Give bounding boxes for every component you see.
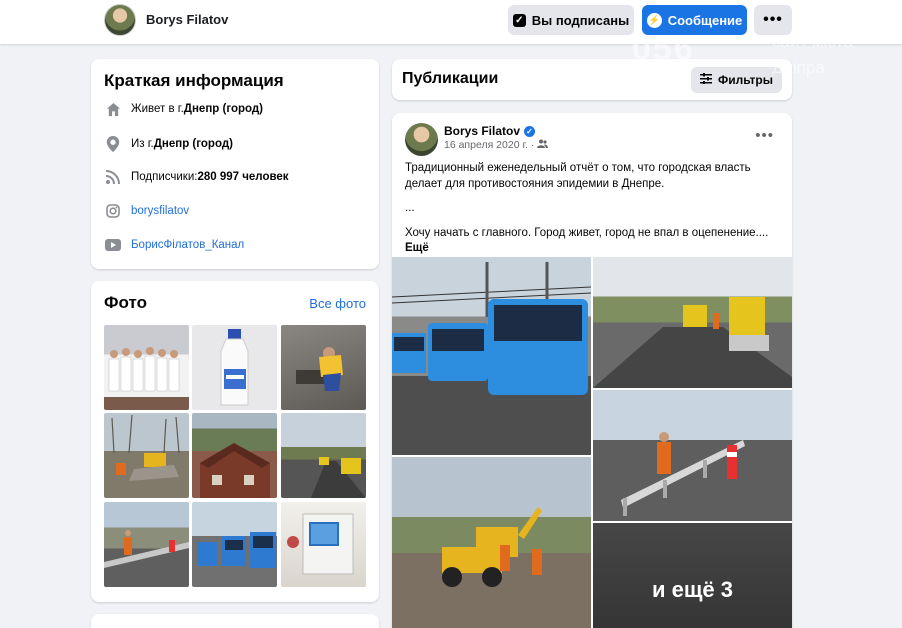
- filters-button[interactable]: Фильтры: [691, 67, 782, 93]
- post-paragraph-3-text: Хочу начать с главного. Город живет, гор…: [405, 226, 769, 239]
- followers-count: 280 997 человек: [197, 171, 289, 183]
- publications-title: Публикации: [402, 70, 499, 87]
- photo-thumb[interactable]: [104, 325, 189, 410]
- checkmark-icon: ✓: [512, 13, 526, 27]
- post-photo-roadwork[interactable]: [593, 257, 792, 388]
- from-city[interactable]: Днепр (город): [154, 138, 233, 150]
- photo-thumb[interactable]: [192, 413, 277, 498]
- location-pin-icon: [104, 135, 122, 153]
- home-icon: [104, 100, 122, 118]
- youtube-link[interactable]: БорисФілатов_Канал: [131, 239, 244, 251]
- lives-prefix: Живет в г.: [131, 103, 184, 115]
- more-photos-overlay[interactable]: и ещё 3: [593, 523, 792, 628]
- post-author-avatar[interactable]: [405, 123, 438, 156]
- post-author: Borys Filatov ✓: [444, 124, 536, 138]
- photo-thumb[interactable]: [192, 502, 277, 587]
- post-author-name[interactable]: Borys Filatov: [444, 124, 520, 138]
- lives-city[interactable]: Днепр (город): [184, 103, 263, 115]
- subscribed-label: Вы подписаны: [531, 12, 630, 28]
- post-paragraph-2: ...: [405, 202, 415, 214]
- photos-card: Фото Все фото: [91, 281, 379, 602]
- followers-prefix: Подписчики:: [131, 171, 198, 183]
- post-text: Традиционный еженедельный отчёт о том, ч…: [405, 161, 785, 266]
- photo-thumb[interactable]: [281, 325, 366, 410]
- post-more-button[interactable]: •••: [755, 127, 774, 144]
- post-card: Borys Filatov ✓ 16 апреля 2020 г. · ••• …: [392, 113, 792, 628]
- post-paragraph-1: Традиционный еженедельный отчёт о том, ч…: [405, 162, 751, 190]
- photo-thumb[interactable]: [281, 502, 366, 587]
- intro-title: Краткая информация: [104, 71, 284, 90]
- intro-followers-row: Подписчики: 280 997 человек: [104, 167, 289, 187]
- profile-header-bar: Borys Filatov ✓ Вы подписаны ⚡ Сообщение…: [0, 0, 902, 44]
- post-photo-buses[interactable]: [392, 257, 591, 455]
- photos-title: Фото: [104, 293, 147, 312]
- photo-thumb[interactable]: [192, 325, 277, 410]
- message-label: Сообщение: [667, 12, 743, 28]
- from-prefix: Из г.: [131, 138, 154, 150]
- verified-badge-icon: ✓: [524, 125, 536, 137]
- subscribed-button[interactable]: ✓ Вы подписаны: [508, 5, 634, 35]
- post-photo-more[interactable]: и ещё 3: [593, 523, 792, 628]
- photo-thumb[interactable]: [281, 413, 366, 498]
- friends-card: [91, 614, 379, 628]
- more-options-button[interactable]: •••: [754, 5, 792, 35]
- intro-card: Краткая информация Живет в г. Днепр (гор…: [91, 59, 379, 269]
- instagram-icon: [104, 202, 122, 220]
- profile-name[interactable]: Borys Filatov: [146, 12, 228, 27]
- post-date[interactable]: 16 апреля 2020 г. ·: [444, 139, 534, 151]
- photo-thumb[interactable]: [104, 413, 189, 498]
- intro-instagram-row: borysfilatov: [104, 201, 189, 221]
- youtube-icon: [104, 236, 122, 254]
- intro-lives-row: Живет в г. Днепр (город): [104, 99, 263, 119]
- see-more-link[interactable]: Ещё: [405, 242, 429, 254]
- profile-avatar[interactable]: [104, 4, 136, 36]
- all-photos-link[interactable]: Все фото: [309, 296, 366, 311]
- rss-icon: [104, 168, 122, 186]
- filters-label: Фильтры: [717, 73, 774, 87]
- photo-thumb[interactable]: [104, 502, 189, 587]
- messenger-icon: ⚡: [646, 12, 662, 28]
- post-photo-guardrail[interactable]: [593, 390, 792, 521]
- message-button[interactable]: ⚡ Сообщение: [642, 5, 747, 35]
- sliders-icon: [699, 73, 712, 87]
- post-paragraph-3: Хочу начать с главного. Город живет, гор…: [405, 226, 785, 257]
- publications-card: Публикации Фильтры: [392, 59, 792, 100]
- instagram-link[interactable]: borysfilatov: [131, 205, 189, 217]
- intro-youtube-row: БорисФілатов_Канал: [104, 235, 244, 255]
- intro-from-row: Из г. Днепр (город): [104, 134, 233, 154]
- audience-friends-icon: [537, 139, 549, 151]
- post-photo-excavator[interactable]: [392, 457, 591, 628]
- post-meta: 16 апреля 2020 г. ·: [444, 139, 549, 151]
